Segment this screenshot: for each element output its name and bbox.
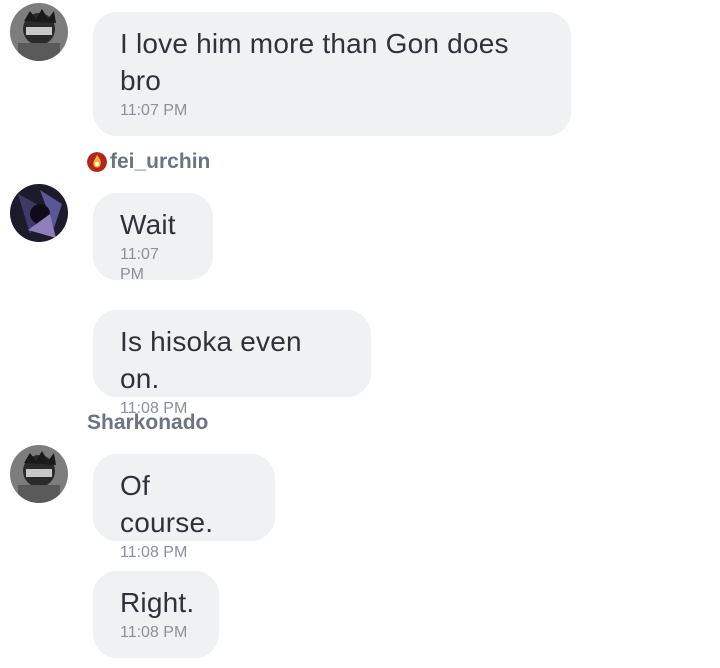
message-timestamp: 11:08 PM — [120, 624, 188, 641]
message-bubble[interactable]: Right. 11:08 PM — [93, 571, 219, 658]
sender-name-header[interactable]: fei_urchin — [87, 150, 210, 174]
message-text: Right. — [120, 587, 195, 618]
user-avatar[interactable] — [10, 3, 68, 61]
message-timestamp: 11:07 PM — [120, 102, 188, 119]
message-text: Wait — [120, 209, 176, 240]
message-bubble[interactable]: Is hisoka even on. 11:08 PM — [93, 310, 371, 417]
fire-avatar-icon — [87, 152, 107, 172]
sender-name: fei_urchin — [110, 150, 211, 173]
message-text: Is hisoka even on. — [120, 326, 302, 394]
sender-name: Sharkonado — [87, 411, 209, 434]
sender-name-header[interactable]: Sharkonado — [87, 411, 208, 435]
message-timestamp: 11:07 PM — [120, 246, 159, 283]
user-avatar[interactable] — [10, 184, 68, 242]
message-text: I love him more than Gon does bro — [120, 28, 509, 96]
message-bubble[interactable]: Of course. 11:08 PM — [93, 454, 275, 561]
message-timestamp: 11:08 PM — [120, 544, 188, 561]
message-text: Of course. — [120, 470, 214, 538]
message-bubble[interactable]: Wait 11:07 PM — [93, 193, 213, 283]
message-bubble[interactable]: I love him more than Gon does bro 11:07 … — [93, 12, 571, 136]
user-avatar[interactable] — [10, 445, 68, 503]
